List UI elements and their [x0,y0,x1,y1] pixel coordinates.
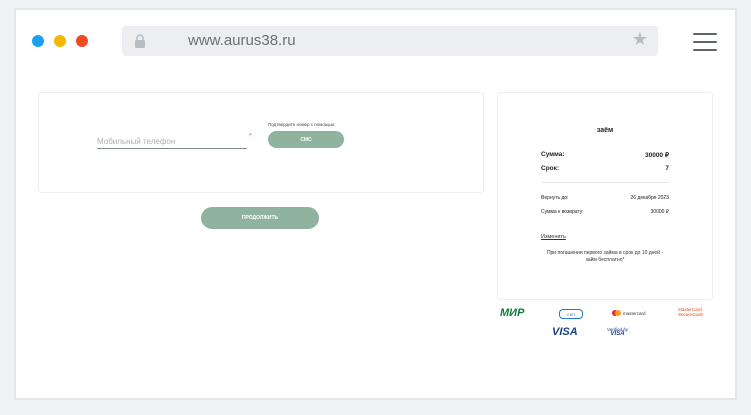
amount-row: Сумма: 30000 ₽ [541,151,669,159]
confirm-label: Подтвердите номер с помощью: [268,122,336,127]
sbp-logo: СБП [559,309,583,319]
visa-logo: VISA [552,326,578,338]
divider [541,182,669,183]
change-link[interactable]: Изменить [541,234,566,240]
mastercard-logo: mastercard [612,310,646,316]
vbv-line2: VISA [610,331,625,337]
mc-securecode-line2: SecureCode [678,312,704,317]
mastercard-yellow-circle [615,310,621,316]
amount-label: Сумма: [541,151,565,158]
verified-by-visa-logo: Verified by VISA [607,327,628,337]
minimize-dot[interactable] [54,35,66,47]
hamburger-menu-icon[interactable] [693,33,717,51]
browser-window: www.aurus38.ru ★ * Подтвердите номер с п… [14,8,737,400]
term-value: 7 [665,165,669,172]
maximize-dot[interactable] [76,35,88,47]
continue-button[interactable]: ПРОДОЛЖИТЬ [201,207,319,229]
lock-icon [135,34,145,48]
loan-title: заём [596,127,614,134]
close-dot[interactable] [32,35,44,47]
amount-value: 30000 ₽ [644,152,669,159]
loan-summary-card: заём Сумма: 30000 ₽ Срок: 7 Вернуть до: … [497,92,713,300]
url-text: www.aurus38.ru [188,32,296,49]
phone-form-card: * Подтвердите номер с помощью: СМС [38,92,484,193]
to-return-value: 30000 ₽ [650,209,669,215]
bookmark-star-icon[interactable]: ★ [632,29,648,50]
sms-button[interactable]: СМС [268,131,344,148]
mir-logo: МИР [500,307,525,319]
term-label: Срок: [541,165,560,172]
return-by-value: 26 декабря 2023 [630,195,669,201]
to-return-row: Сумма к возврату: 30000 ₽ [541,209,669,215]
return-by-label: Вернуть до: [541,195,569,201]
return-by-row: Вернуть до: 26 декабря 2023 [541,195,669,201]
term-row: Срок: 7 [541,165,669,172]
address-bar[interactable]: www.aurus38.ru ★ [122,26,658,56]
payment-logos: МИР СБП mastercard MasterCard. SecureCod… [497,306,711,346]
phone-input[interactable] [97,137,237,146]
free-loan-note: При погашении первого займа в срок до 10… [546,250,664,263]
mastercard-text: mastercard [623,310,646,316]
mastercard-securecode-logo: MasterCard. SecureCode [678,307,703,317]
phone-field-wrapper [97,131,247,149]
to-return-label: Сумма к возврату: [541,209,584,215]
required-mark: * [249,133,252,140]
window-controls [32,35,88,47]
